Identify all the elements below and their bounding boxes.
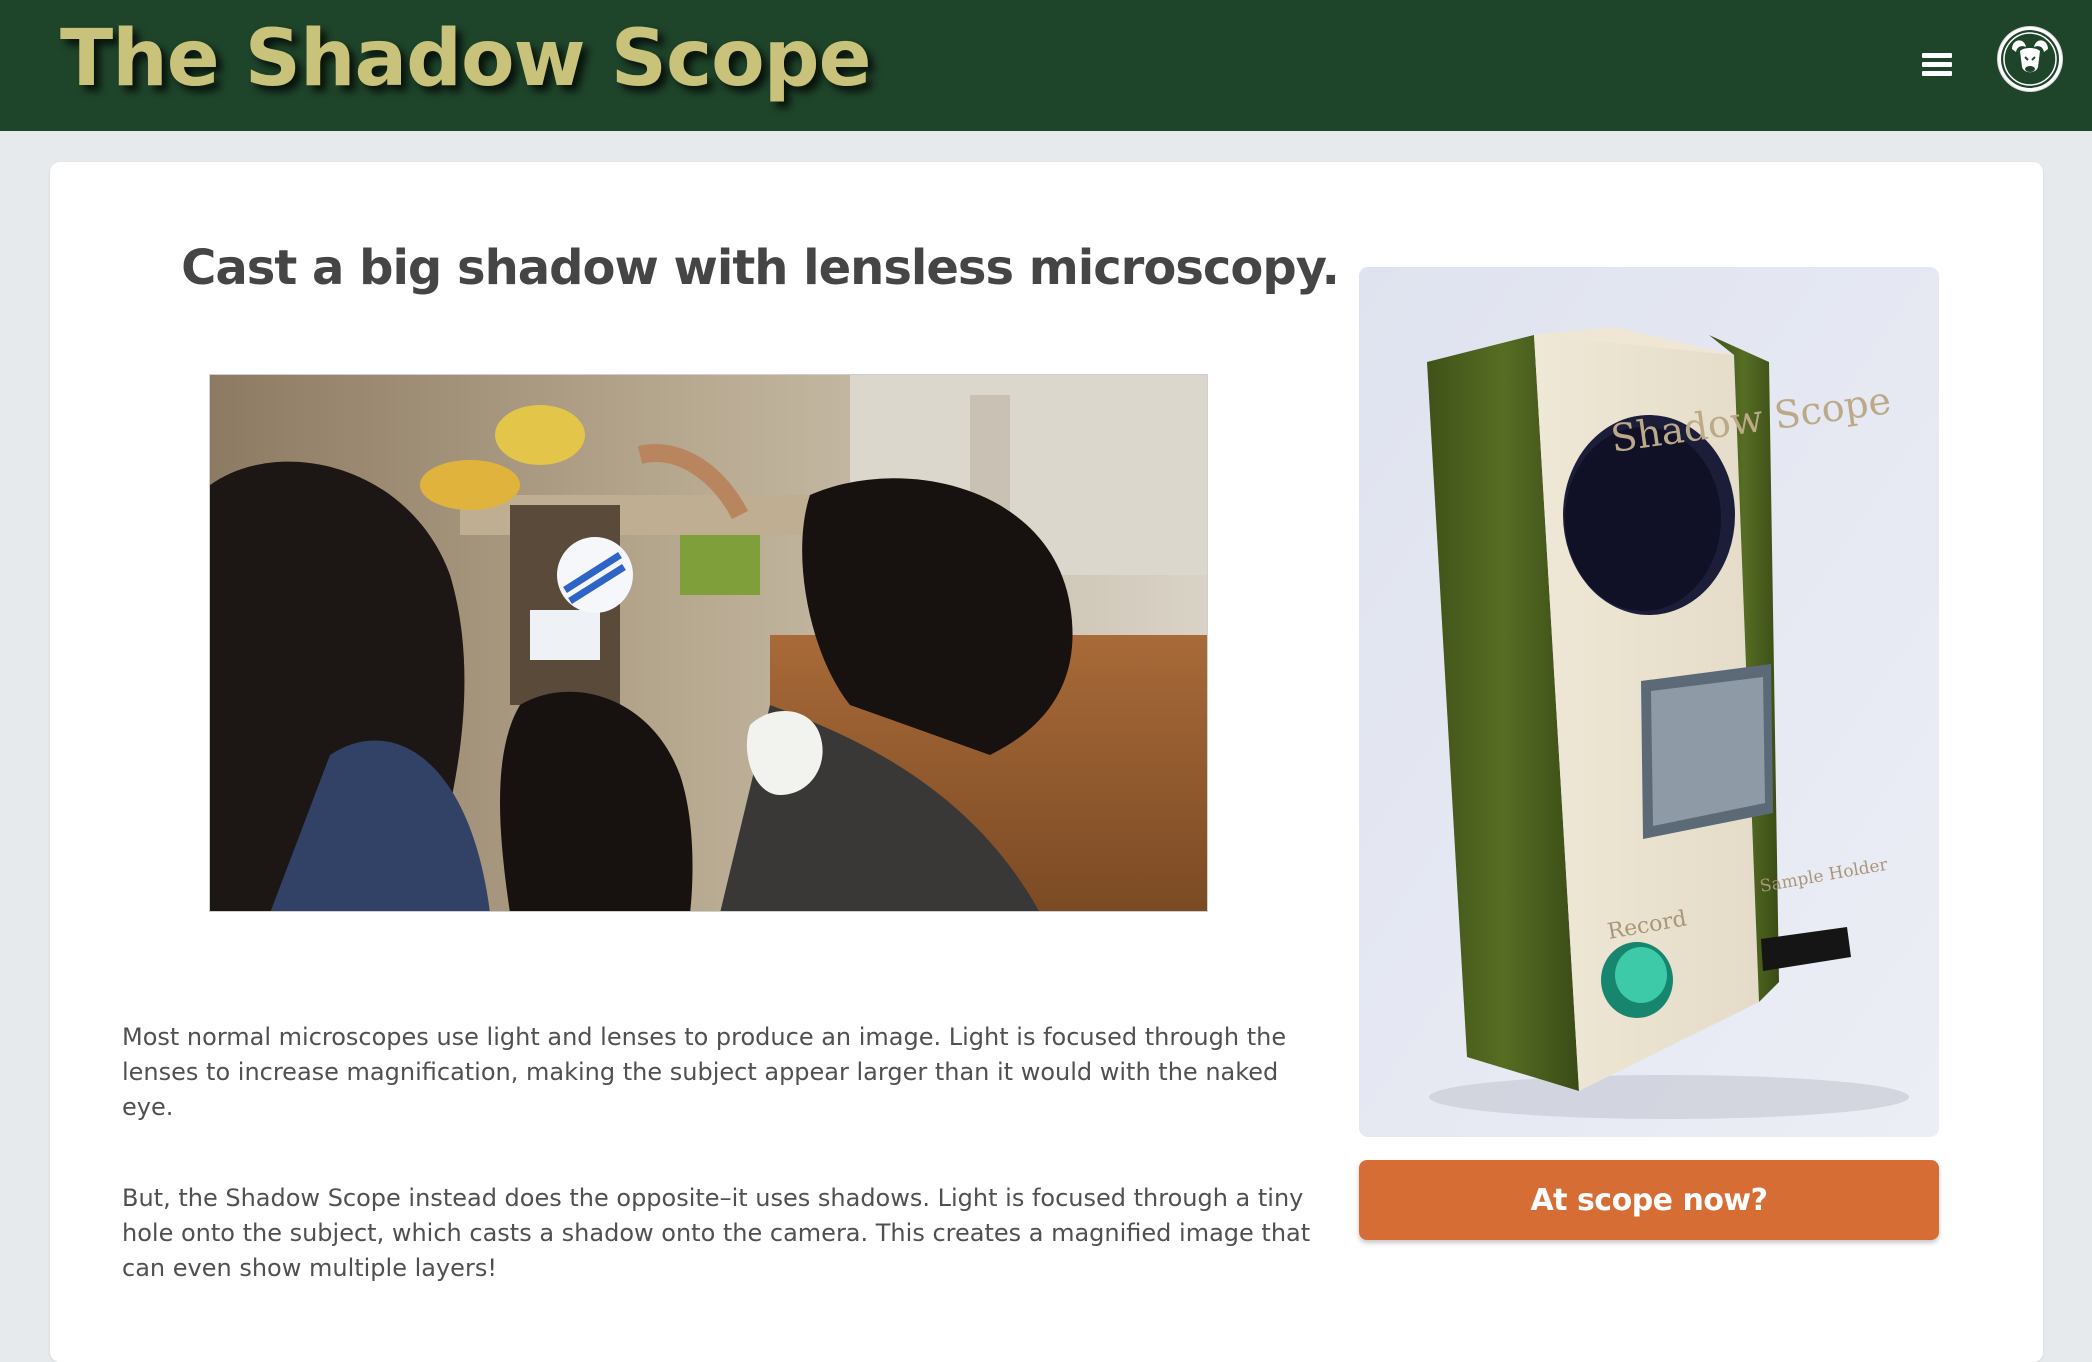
hamburger-icon-line (1922, 71, 1952, 76)
shadow-scope-device-photo: Shadow Scope Record Sample Holder (1359, 267, 1939, 1137)
hamburger-icon-line (1922, 62, 1952, 67)
ram-logo-graphic (2001, 30, 2059, 88)
page-headline: Cast a big shadow with lensless microsco… (181, 240, 1340, 296)
content-card: Cast a big shadow with lensless microsco… (50, 162, 2043, 1362)
shadow-scope-device-graphic: Shadow Scope Record Sample Holder (1359, 267, 1939, 1137)
top-nav-bar: The Shadow Scope (0, 0, 2092, 131)
hamburger-icon-line (1922, 53, 1952, 58)
children-using-scope-photo (209, 374, 1208, 912)
hamburger-menu-button[interactable] (1916, 44, 1956, 84)
paragraph-shadow-scope: But, the Shadow Scope instead does the o… (122, 1184, 1311, 1282)
ram-logo-icon[interactable] (1998, 27, 2062, 91)
paragraph-normal-microscopes: Most normal microscopes use light and le… (122, 1023, 1287, 1121)
at-scope-now-button[interactable]: At scope now? (1359, 1160, 1939, 1240)
site-title[interactable]: The Shadow Scope (60, 14, 872, 104)
children-photo-graphic (210, 375, 1207, 911)
